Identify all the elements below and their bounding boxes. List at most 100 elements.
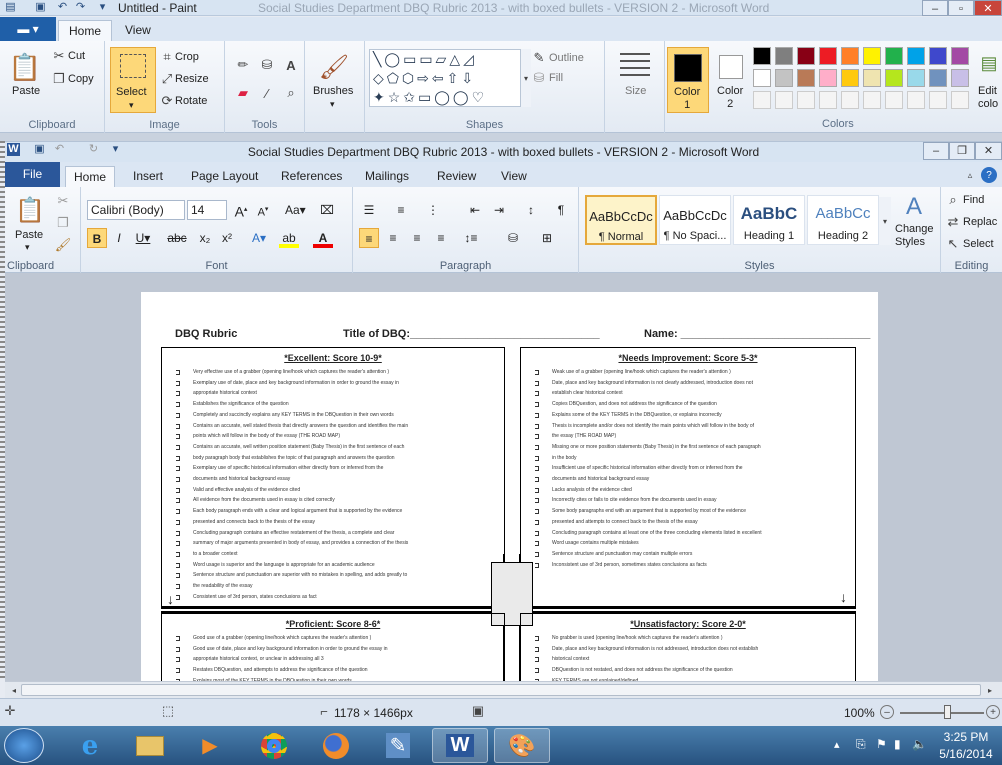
palette-swatch[interactable] <box>885 69 903 87</box>
style-normal[interactable]: AaBbCcDc ¶ Normal <box>585 195 657 245</box>
numbering-icon[interactable]: ≡ <box>391 200 411 220</box>
palette-empty-swatch[interactable] <box>797 91 815 109</box>
align-center-button[interactable]: ≡ <box>383 228 403 248</box>
palette-swatch[interactable] <box>775 69 793 87</box>
palette-swatch[interactable] <box>797 69 815 87</box>
word-minimize-button[interactable]: – <box>923 142 949 160</box>
scroll-left-icon[interactable]: ◂ <box>9 684 19 696</box>
tab-insert[interactable]: Insert <box>125 166 171 187</box>
sort-icon[interactable]: ↕ <box>521 200 541 220</box>
highlight-icon[interactable]: ab <box>279 228 299 248</box>
change-styles-button[interactable]: Change Styles <box>895 223 934 249</box>
palette-swatch[interactable] <box>929 69 947 87</box>
size-icon[interactable] <box>620 53 650 79</box>
cut-button[interactable]: Cut <box>68 50 85 62</box>
increase-indent-icon[interactable]: ⇥ <box>489 200 509 220</box>
palette-swatch[interactable] <box>907 47 925 65</box>
style-no-spacing[interactable]: AaBbCcDc ¶ No Spaci... <box>659 195 731 245</box>
word-copy-icon[interactable]: ❐ <box>55 215 71 231</box>
copy-button[interactable]: Copy <box>68 73 94 85</box>
outline-icon[interactable]: ✎ <box>533 50 545 65</box>
tab-references[interactable]: References <box>273 166 350 187</box>
palette-empty-swatch[interactable] <box>753 91 771 109</box>
word-select-button[interactable]: Select <box>963 238 994 250</box>
help-icon[interactable]: ? <box>981 167 997 183</box>
document-page[interactable]: DBQ Rubric Title of DBQ:________________… <box>141 292 878 681</box>
eraser-icon[interactable]: ▰ <box>233 83 253 103</box>
multilevel-list-icon[interactable]: ⋮ <box>423 200 443 220</box>
taskbar-explorer[interactable] <box>122 728 178 763</box>
start-button[interactable] <box>4 728 44 763</box>
palette-swatch[interactable] <box>753 47 771 65</box>
word-close-button[interactable]: ✕ <box>975 142 1002 160</box>
font-color-icon[interactable]: A <box>313 228 333 248</box>
select-arrow-icon[interactable]: ↖ <box>947 236 959 251</box>
format-painter-icon[interactable]: 🖌 <box>55 237 72 253</box>
superscript-button[interactable]: x² <box>217 228 237 248</box>
clock-time[interactable]: 3:25 PM <box>936 730 996 744</box>
brush-icon[interactable]: 🖌 <box>317 51 351 83</box>
close-button[interactable]: ✕ <box>974 0 1002 16</box>
palette-swatch[interactable] <box>863 47 881 65</box>
palette-swatch[interactable] <box>819 69 837 87</box>
brushes-button[interactable]: Brushes <box>313 85 353 97</box>
palette-empty-swatch[interactable] <box>951 91 969 109</box>
zoom-slider-thumb[interactable] <box>944 705 951 719</box>
redo-icon[interactable]: ↷ <box>74 1 87 14</box>
change-styles-icon[interactable]: A <box>901 193 927 221</box>
paint-app-icon[interactable]: ▤ <box>4 1 17 14</box>
palette-empty-swatch[interactable] <box>819 91 837 109</box>
fill-button[interactable]: Fill <box>549 72 563 84</box>
color-picker-icon[interactable]: ⁄ <box>257 83 277 103</box>
undo-icon[interactable]: ↶ <box>56 1 69 14</box>
minimize-button[interactable]: – <box>922 0 948 16</box>
font-name-combo[interactable]: Calibri (Body) <box>87 200 185 220</box>
tab-view[interactable]: View <box>115 20 161 41</box>
tab-mailings[interactable]: Mailings <box>357 166 417 187</box>
crop-button[interactable]: Crop <box>175 51 199 63</box>
outline-button[interactable]: Outline <box>549 52 584 64</box>
fill-icon[interactable]: ⛁ <box>533 70 545 85</box>
taskbar-paint[interactable]: 🎨 <box>494 728 550 763</box>
taskbar-firefox[interactable] <box>308 728 364 763</box>
palette-empty-swatch[interactable] <box>841 91 859 109</box>
scroll-thumb[interactable] <box>21 684 981 696</box>
decrease-indent-icon[interactable]: ⇤ <box>465 200 485 220</box>
zoom-out-icon[interactable]: – <box>880 705 894 719</box>
show-marks-icon[interactable]: ¶ <box>551 200 571 220</box>
palette-swatch[interactable] <box>885 47 903 65</box>
palette-swatch[interactable] <box>841 69 859 87</box>
style-heading-1[interactable]: AaBbC Heading 1 <box>733 195 805 245</box>
size-button[interactable]: Size <box>625 85 646 97</box>
zoom-slider[interactable] <box>900 712 984 714</box>
palette-empty-swatch[interactable] <box>907 91 925 109</box>
palette-swatch[interactable] <box>775 47 793 65</box>
shapes-scroll[interactable]: ▾ <box>521 49 531 107</box>
resize-icon[interactable]: ⤢ <box>161 71 173 86</box>
zoom-in-icon[interactable]: + <box>986 705 1000 719</box>
clear-formatting-icon[interactable]: ⌧ <box>317 200 337 220</box>
resize-button[interactable]: Resize <box>175 73 209 85</box>
ribbon-collapse-icon[interactable]: ▵ <box>963 168 977 182</box>
shrink-font-icon[interactable]: A▾ <box>253 200 273 220</box>
save-icon[interactable]: ▣ <box>34 1 47 14</box>
shapes-gallery[interactable]: ╲◯▭▭▱△◿ ◇⬠⬡⇨⇦⇧⇩ ✦☆✩▭◯◯♡ <box>369 49 521 107</box>
bullets-icon[interactable]: ☰ <box>359 200 379 220</box>
palette-swatch[interactable] <box>819 47 837 65</box>
palette-swatch[interactable] <box>951 69 969 87</box>
volume-icon[interactable]: 🔈 <box>912 737 927 751</box>
taskbar-media-player[interactable]: ▶ <box>182 728 238 763</box>
select-button[interactable]: Select ▾ <box>110 47 156 113</box>
palette-empty-swatch[interactable] <box>863 91 881 109</box>
palette-swatch[interactable] <box>797 47 815 65</box>
text-icon[interactable]: A <box>281 55 301 75</box>
word-paste-button[interactable]: Paste <box>15 229 43 241</box>
grow-font-icon[interactable]: A▴ <box>231 200 251 220</box>
line-spacing-icon[interactable]: ↕≡ <box>461 228 481 248</box>
taskbar-chrome[interactable] <box>246 728 302 763</box>
tray-flag-icon[interactable]: ⚑ <box>876 737 887 751</box>
palette-empty-swatch[interactable] <box>885 91 903 109</box>
palette-empty-swatch[interactable] <box>775 91 793 109</box>
tab-home[interactable]: Home <box>58 20 113 41</box>
taskbar-ie[interactable]: e <box>62 728 118 763</box>
